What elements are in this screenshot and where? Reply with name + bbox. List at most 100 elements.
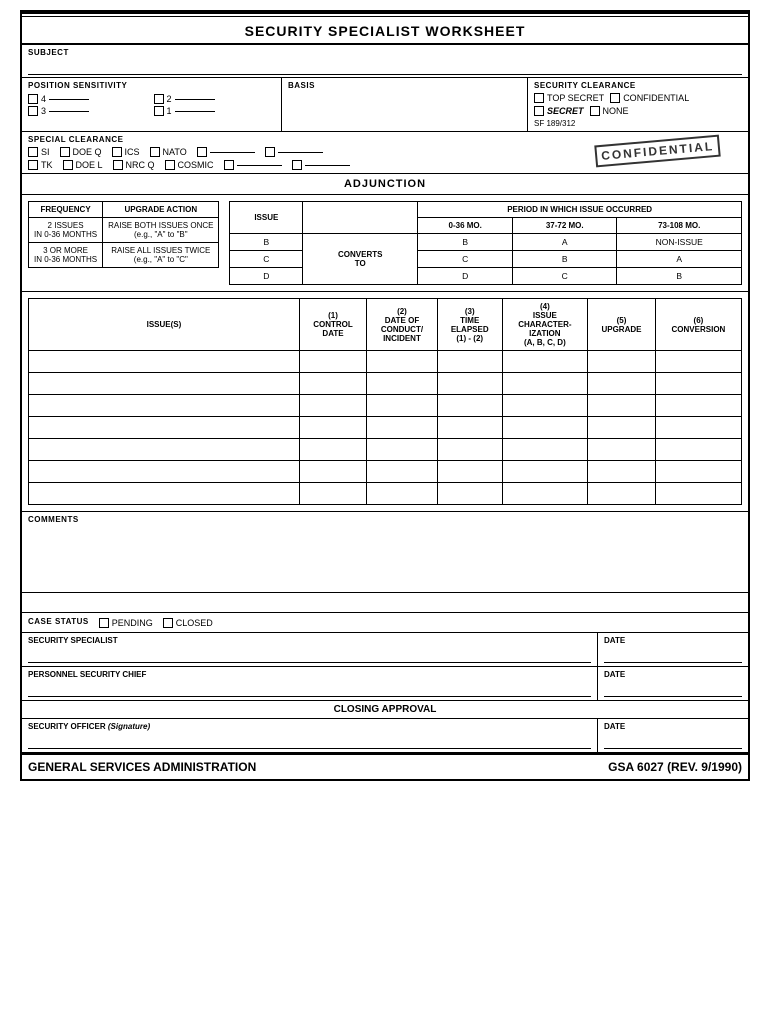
frequency-table: FREQUENCY UPGRADE ACTION 2 ISSUESIN 0-36… <box>28 201 219 268</box>
issues-row6-col3 <box>437 461 502 483</box>
issues-col6-header: (6)CONVERSION <box>655 299 741 351</box>
personnel-chief-date-area: DATE <box>598 667 748 700</box>
sc-cosmic: COSMIC <box>165 160 214 170</box>
issues-col3-header: (3)TIMEELAPSED(1) - (2) <box>437 299 502 351</box>
case-status-row: CASE STATUS PENDING CLOSED <box>28 617 742 628</box>
security-officer-date-area: DATE <box>598 719 748 752</box>
issues-row2-col1 <box>299 373 366 395</box>
issues-row5-col1 <box>299 439 366 461</box>
issues-section: ISSUE(S) (1)CONTROLDATE (2)DATE OFCONDUC… <box>22 292 748 512</box>
checkbox-blank3[interactable] <box>224 160 234 170</box>
issues-row7-col2 <box>367 483 438 505</box>
checkbox-si[interactable] <box>28 147 38 157</box>
comments-textarea[interactable] <box>28 526 742 586</box>
pos-basis-sec-row: POSITION SENSITIVITY 4 2 3 <box>22 78 748 132</box>
checkbox-blank4[interactable] <box>292 160 302 170</box>
sc-doe-q: DOE Q <box>60 147 102 157</box>
checkbox-3[interactable] <box>28 106 38 116</box>
checkbox-confidential[interactable] <box>610 93 620 103</box>
security-officer-date-line <box>604 733 742 749</box>
sf-number: SF 189/312 <box>534 119 742 128</box>
checkbox-1[interactable] <box>154 106 164 116</box>
sc-nato: NATO <box>150 147 187 157</box>
adjunction-tables-section: FREQUENCY UPGRADE ACTION 2 ISSUESIN 0-36… <box>22 195 748 292</box>
issues-row7-issue <box>29 483 300 505</box>
freq-header: FREQUENCY <box>29 202 103 218</box>
checkbox-4[interactable] <box>28 94 38 104</box>
checkbox-doe-q[interactable] <box>60 147 70 157</box>
subject-label: SUBJECT <box>28 48 742 57</box>
issues-row2-col6 <box>655 373 741 395</box>
issues-data-row-5 <box>29 439 742 461</box>
checkbox-pending[interactable] <box>99 618 109 628</box>
freq-row2-freq: 3 OR MOREIN 0-36 MONTHS <box>29 243 103 268</box>
security-specialist-section: SECURITY SPECIALIST DATE <box>22 633 748 667</box>
period-table-container: ISSUE PERIOD IN WHICH ISSUE OCCURRED 0-3… <box>229 201 742 285</box>
ics-label: ICS <box>125 147 140 157</box>
sc-nrc-q: NRC Q <box>113 160 155 170</box>
issues-row6-issue <box>29 461 300 483</box>
checkbox-none[interactable] <box>590 106 600 116</box>
period-d-036: D <box>418 268 513 285</box>
pos-1-label: 1 <box>167 106 172 116</box>
issues-row7-col6 <box>655 483 741 505</box>
period-c-036: C <box>418 251 513 268</box>
pending-label: PENDING <box>112 618 153 628</box>
issues-row7-col1 <box>299 483 366 505</box>
adjunction-header: ADJUNCTION <box>22 174 748 195</box>
issues-row2-col2 <box>367 373 438 395</box>
period-c-issue: C <box>230 251 303 268</box>
period-3772-header: 37-72 MO. <box>513 218 617 234</box>
frequency-table-container: FREQUENCY UPGRADE ACTION 2 ISSUESIN 0-36… <box>28 201 219 285</box>
security-specialist-date-label: DATE <box>604 636 742 645</box>
period-d-issue: D <box>230 268 303 285</box>
nato-label: NATO <box>163 147 187 157</box>
issues-data-row-1 <box>29 351 742 373</box>
issues-data-row-3 <box>29 395 742 417</box>
checkbox-blank2[interactable] <box>265 147 275 157</box>
checkbox-ics[interactable] <box>112 147 122 157</box>
issues-row1-col1 <box>299 351 366 373</box>
sc-blank3 <box>224 160 282 170</box>
case-status-closed: CLOSED <box>163 618 213 628</box>
checkbox-closed[interactable] <box>163 618 173 628</box>
sc-blank1 <box>197 147 255 157</box>
issues-row1-col2 <box>367 351 438 373</box>
sc-si: SI <box>28 147 50 157</box>
checkbox-nrc-q[interactable] <box>113 160 123 170</box>
checkbox-2[interactable] <box>154 94 164 104</box>
tk-label: TK <box>41 160 53 170</box>
sc-tk: TK <box>28 160 53 170</box>
blank2 <box>278 152 323 153</box>
personnel-chief-name-area: PERSONNEL SECURITY CHIEF <box>22 667 598 700</box>
personnel-chief-label: PERSONNEL SECURITY CHIEF <box>28 670 591 679</box>
personnel-chief-date-line <box>604 681 742 697</box>
issues-col4-header: (4)ISSUECHARACTER-IZATION(A, B, C, D) <box>502 299 587 351</box>
period-73108-header: 73-108 MO. <box>617 218 742 234</box>
issues-row5-col5 <box>588 439 656 461</box>
issues-row4-col5 <box>588 417 656 439</box>
freq-row-1: 2 ISSUESIN 0-36 MONTHS RAISE BOTH ISSUES… <box>29 218 219 243</box>
basis-section: BASIS <box>282 78 528 131</box>
period-c-3772: B <box>513 251 617 268</box>
checkbox-cosmic[interactable] <box>165 160 175 170</box>
issues-row4-col2 <box>367 417 438 439</box>
pos-sens-2: 2 <box>154 94 276 104</box>
issues-table: ISSUE(S) (1)CONTROLDATE (2)DATE OFCONDUC… <box>28 298 742 505</box>
checkbox-doe-l[interactable] <box>63 160 73 170</box>
period-d-73108: B <box>617 268 742 285</box>
pos-1-blank <box>175 111 215 112</box>
checkbox-blank1[interactable] <box>197 147 207 157</box>
subject-input[interactable] <box>28 59 742 75</box>
doe-l-label: DOE L <box>76 160 103 170</box>
issues-row3-col6 <box>655 395 741 417</box>
checkbox-nato[interactable] <box>150 147 160 157</box>
case-status-section: CASE STATUS PENDING CLOSED <box>22 613 748 633</box>
checkbox-top-secret[interactable] <box>534 93 544 103</box>
security-specialist-date-line <box>604 647 742 663</box>
checkbox-tk[interactable] <box>28 160 38 170</box>
issues-row2-issue <box>29 373 300 395</box>
checkbox-secret[interactable] <box>534 106 544 116</box>
period-b-3772: A <box>513 234 617 251</box>
issues-data-row-2 <box>29 373 742 395</box>
